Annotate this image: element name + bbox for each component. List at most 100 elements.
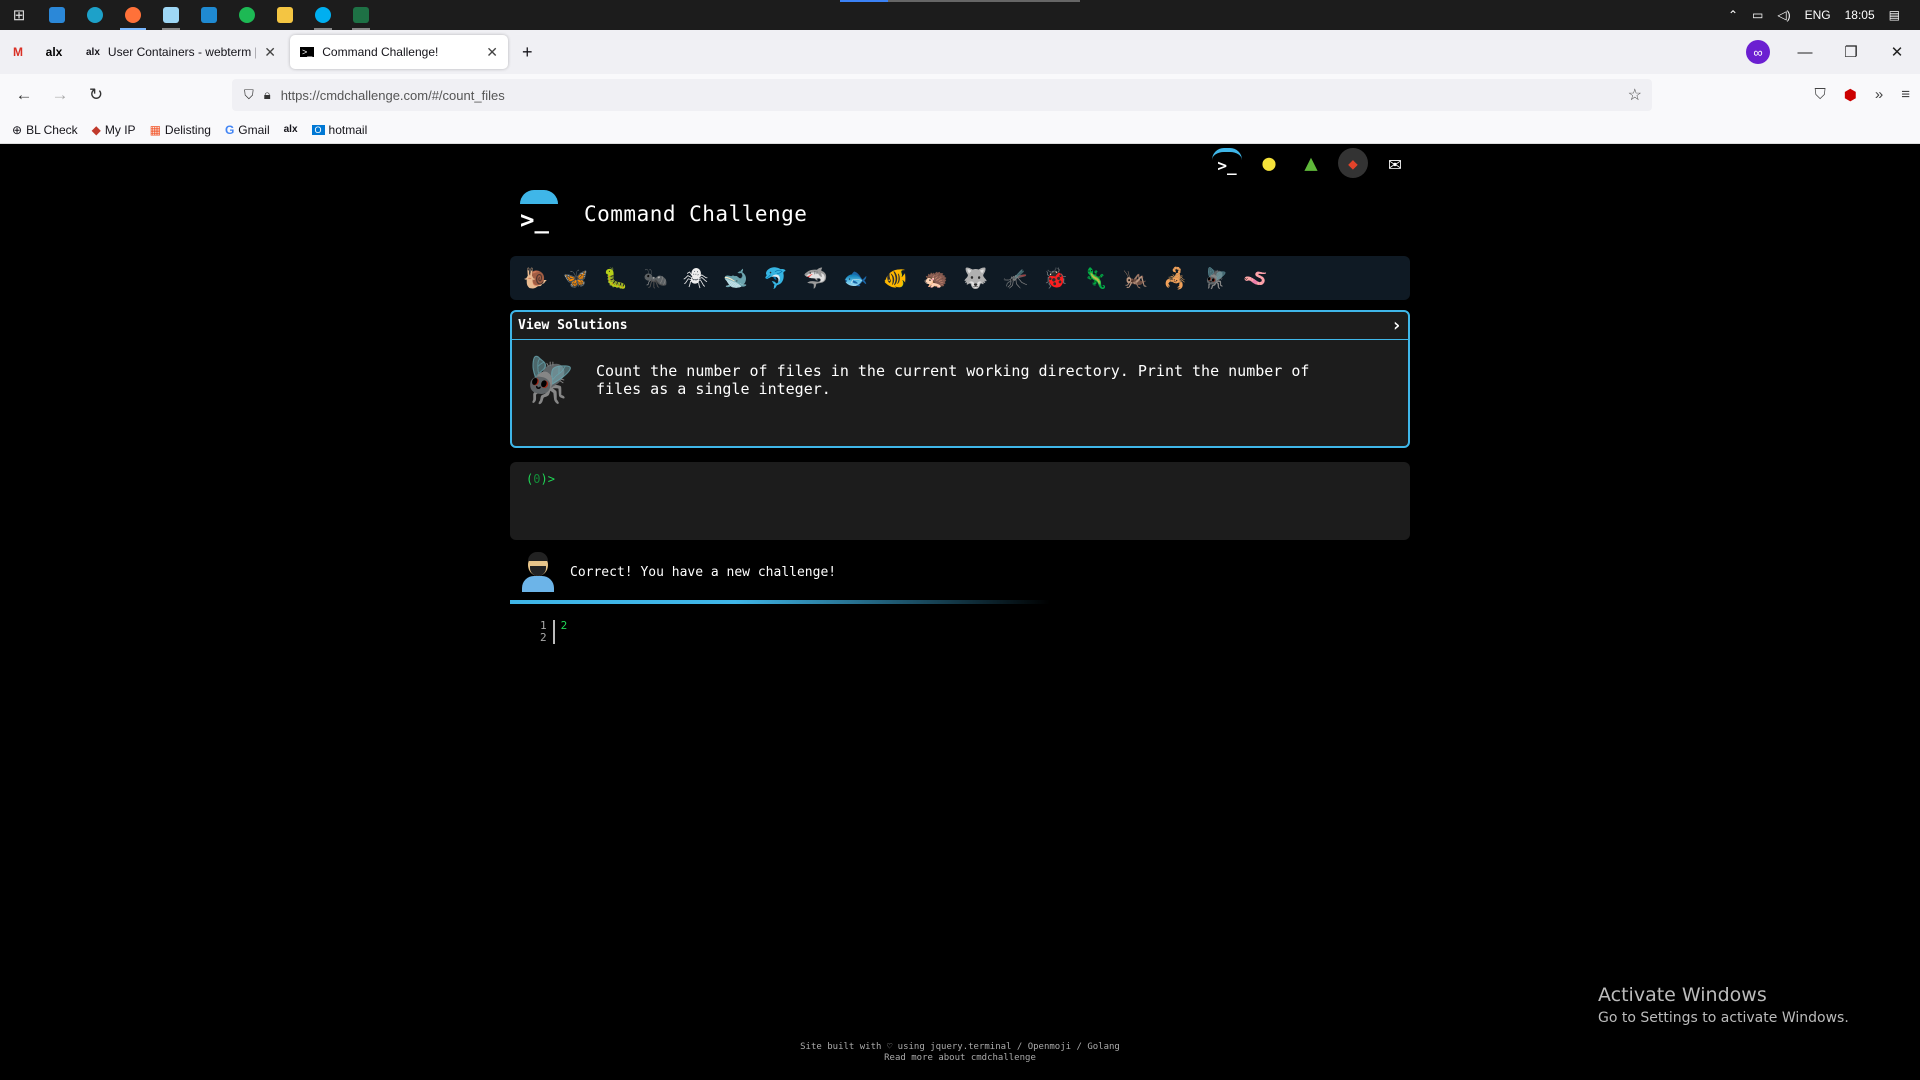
overflow-chevron-icon[interactable]: » — [1875, 86, 1883, 104]
challenge-spider-icon[interactable]: 🕷 — [678, 266, 713, 290]
toolbar-right: ⛉ ⬢ » ≡ — [1815, 86, 1910, 104]
chevron-right-icon[interactable]: › — [1391, 315, 1402, 336]
challenge-list: 🐌 🦋 🐛 🐜 🕷 🐋 🐬 🦈 🐟 🐠 🦔 🐺 🦟 🐞 🦎 🦗 🦂 🪰 🪱 — [510, 256, 1410, 300]
bookmark-my-ip[interactable]: ◆ My IP — [92, 123, 136, 137]
lock-icon[interactable]: 🔒︎ — [264, 87, 271, 103]
bookmark-star-icon[interactable]: ☆ — [1628, 85, 1642, 105]
windows-taskbar: ⊞ ⌃ ▭ ◁) ENG 18:05 ▤ — [0, 0, 1920, 30]
challenge-cricket-icon[interactable]: 🦗 — [1118, 266, 1153, 290]
avatar — [520, 552, 556, 592]
file-explorer-app-icon[interactable] — [266, 0, 304, 30]
site-title[interactable]: Command Challenge — [584, 202, 807, 226]
bookmark-bl-check[interactable]: ⊕ BL Check — [12, 123, 78, 137]
extension-infinity-icon[interactable]: ∞ — [1746, 40, 1770, 64]
firefox-app-icon[interactable] — [114, 0, 152, 30]
page-content: >_ ● ▲ ◆ ✉ >_ Command Challenge 🐌 🦋 🐛 🐜 … — [0, 144, 1920, 1080]
challenge-ant-icon[interactable]: 🐜 — [638, 266, 673, 290]
challenge-whale-icon[interactable]: 🐋 — [718, 266, 753, 290]
gitlab-icon[interactable]: ◆ — [1338, 148, 1368, 178]
challenge-worm-icon[interactable]: 🪱 — [1238, 266, 1273, 290]
challenge-description: Count the number of files in the current… — [596, 362, 1310, 398]
back-arrow-icon[interactable]: ← — [6, 85, 42, 105]
skype-app-icon[interactable] — [304, 0, 342, 30]
edge-app-icon[interactable] — [76, 0, 114, 30]
site-header: >_ Command Challenge — [518, 190, 807, 234]
terminal-input[interactable]: (0)> — [510, 462, 1410, 540]
bookmark-hotmail[interactable]: Ohotmail — [311, 123, 367, 137]
terminal-icon[interactable]: >_ — [1212, 148, 1242, 178]
view-solutions-header[interactable]: View Solutions › — [512, 312, 1408, 340]
globe-icon: ⊕ — [12, 122, 23, 137]
challenge-ladybug-icon[interactable]: 🐞 — [1038, 266, 1073, 290]
window-controls: — ❐ ✕ — [1782, 30, 1920, 74]
challenge-description-box: View Solutions › 🪰 Count the number of f… — [510, 310, 1410, 448]
feedback-message: Correct! You have a new challenge! — [520, 552, 836, 592]
ublock-icon[interactable]: ⬢ — [1844, 86, 1857, 104]
lightbulb-icon[interactable]: ● — [1254, 148, 1284, 178]
mail-icon[interactable]: ✉ — [1380, 148, 1410, 178]
challenge-mosquito-icon[interactable]: 🦟 — [998, 266, 1033, 290]
chevron-up-icon[interactable]: ⌃ — [1728, 8, 1738, 22]
bookmark-gmail[interactable]: G Gmail — [225, 123, 270, 137]
excel-app-icon[interactable] — [342, 0, 380, 30]
challenge-wolf-icon[interactable]: 🐺 — [958, 266, 993, 290]
spotify-app-icon[interactable] — [228, 0, 266, 30]
output-content: 2 — [560, 619, 568, 632]
alx-pinned-tab[interactable]: alx — [36, 35, 72, 69]
close-tab-icon[interactable]: ✕ — [486, 44, 498, 61]
volume-icon[interactable]: ◁) — [1777, 8, 1790, 22]
challenge-caterpillar-icon[interactable]: 🐛 — [598, 266, 633, 290]
windows-start-icon[interactable]: ⊞ — [0, 0, 38, 30]
progress-bar — [510, 600, 1410, 604]
challenge-shark-icon[interactable]: 🦈 — [798, 266, 833, 290]
network-icon[interactable]: ▭ — [1752, 8, 1763, 22]
challenge-fly-icon[interactable]: 🪰 — [1198, 266, 1233, 290]
footer-read-more-link[interactable]: Read more about cmdchallenge — [0, 1053, 1920, 1064]
tab-command-challenge[interactable]: >_ Command Challenge! ✕ — [290, 35, 508, 69]
challenge-tropical-fish-icon[interactable]: 🐠 — [878, 266, 913, 290]
shield-icon[interactable]: ⛉ — [244, 87, 254, 103]
reload-icon[interactable]: ↻ — [78, 85, 114, 105]
system-tray: ⌃ ▭ ◁) ENG 18:05 ▤ — [1728, 0, 1920, 30]
close-tab-icon[interactable]: ✕ — [264, 44, 276, 61]
feedback-text: Correct! You have a new challenge! — [570, 564, 837, 580]
terminal-prompt: (0)> — [526, 472, 555, 486]
menu-icon[interactable]: ≡ — [1901, 86, 1910, 104]
gmail-pinned-tab[interactable]: M — [0, 35, 36, 69]
challenge-scorpion-icon[interactable]: 🦂 — [1158, 266, 1193, 290]
tree-icon[interactable]: ▲ — [1296, 148, 1326, 178]
alx-icon: alx — [86, 46, 100, 58]
url-bar[interactable]: ⛉ 🔒︎ https://cmdchallenge.com/#/count_fi… — [232, 79, 1652, 111]
challenge-snail-icon[interactable]: 🐌 — [518, 266, 553, 290]
mail-app-icon[interactable] — [38, 0, 76, 30]
terminal-logo-icon[interactable]: >_ — [518, 190, 558, 234]
alx-icon: alx — [283, 124, 298, 135]
challenge-hedgehog-icon[interactable]: 🦔 — [918, 266, 953, 290]
bookmarks-bar: ⊕ BL Check ◆ My IP ▦ Delisting G Gmail alx O… — [0, 116, 1920, 144]
terminal-favicon-icon: >_ — [300, 47, 315, 57]
restore-icon[interactable]: ❐ — [1828, 43, 1874, 61]
windows-icon: ▦ — [149, 122, 161, 137]
challenge-dolphin-icon[interactable]: 🐬 — [758, 266, 793, 290]
clock[interactable]: 18:05 — [1845, 8, 1875, 22]
close-window-icon[interactable]: ✕ — [1874, 43, 1920, 61]
pocket-icon[interactable]: ⛉ — [1815, 86, 1826, 104]
bookmark-delisting[interactable]: ▦ Delisting — [150, 123, 211, 137]
language-indicator[interactable]: ENG — [1805, 8, 1831, 22]
minimize-icon[interactable]: — — [1782, 44, 1828, 61]
notification-icon[interactable]: ▤ — [1889, 8, 1900, 22]
new-tab-button[interactable]: + — [512, 35, 543, 69]
site-footer: Site built with ♡ using jquery.terminal … — [0, 1042, 1920, 1064]
notepad-app-icon[interactable] — [152, 0, 190, 30]
challenge-fish-icon[interactable]: 🐟 — [838, 266, 873, 290]
bookmark-alx[interactable]: alx — [284, 124, 298, 135]
fly-icon: 🪰 — [521, 355, 577, 406]
tab-user-containers[interactable]: alx User Containers - webterm | ALX ✕ — [76, 35, 286, 69]
output-editor[interactable]: 1 2 2 — [540, 620, 567, 644]
vscode-app-icon[interactable] — [190, 0, 228, 30]
challenge-lizard-icon[interactable]: 🦎 — [1078, 266, 1113, 290]
url-text[interactable]: https://cmdchallenge.com/#/count_files — [281, 88, 505, 103]
top-icon-links: >_ ● ▲ ◆ ✉ — [1212, 148, 1410, 178]
forward-arrow-icon[interactable]: → — [42, 85, 78, 105]
challenge-butterfly-icon[interactable]: 🦋 — [558, 266, 593, 290]
